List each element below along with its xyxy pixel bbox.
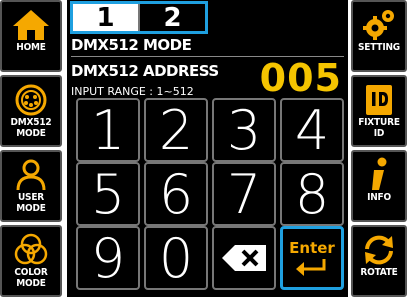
rotate-label: ROTATE	[360, 267, 398, 278]
color-mode-button[interactable]: COLOR MODE	[0, 225, 62, 297]
address-value: 005	[259, 56, 342, 100]
color-mode-label-line2: MODE	[16, 278, 46, 289]
mode-title: DMX512 MODE	[71, 36, 192, 54]
page-tab-2[interactable]: 2	[138, 3, 205, 33]
fixture-id-label-line1: FIXTURE	[358, 117, 400, 128]
home-label: HOME	[16, 42, 46, 53]
rotate-button[interactable]: ROTATE	[351, 225, 407, 297]
enter-label: Enter	[289, 239, 335, 257]
home-button[interactable]: HOME	[0, 0, 62, 72]
key-3[interactable]: 3	[212, 98, 276, 162]
enter-key[interactable]: Enter	[280, 226, 344, 290]
main-panel: 1 2 DMX512 MODE DMX512 ADDRESS 005 INPUT…	[67, 0, 348, 297]
id-card-icon	[362, 83, 396, 117]
device-screen: HOME DMX512 MODE USER MODE COLOR MODE 1 …	[0, 0, 407, 297]
setting-button[interactable]: SETTING	[351, 0, 407, 72]
key-6[interactable]: 6	[144, 162, 208, 226]
user-mode-label-line2: MODE	[16, 203, 46, 214]
key-2[interactable]: 2	[144, 98, 208, 162]
rotate-icon	[361, 233, 397, 267]
user-mode-label-line1: USER	[17, 192, 45, 203]
gears-icon	[361, 8, 397, 42]
color-circles-icon	[13, 233, 49, 267]
key-7[interactable]: 7	[212, 162, 276, 226]
key-4[interactable]: 4	[280, 98, 344, 162]
key-5[interactable]: 5	[76, 162, 140, 226]
input-range-label: INPUT RANGE : 1~512	[71, 85, 194, 98]
key-9[interactable]: 9	[76, 226, 140, 290]
user-mode-button[interactable]: USER MODE	[0, 150, 62, 222]
info-label: INFO	[367, 192, 391, 203]
xlr-connector-icon	[13, 83, 49, 117]
dmx512-mode-button[interactable]: DMX512 MODE	[0, 75, 62, 147]
page-tabs: 1 2	[70, 1, 208, 34]
key-0[interactable]: 0	[144, 226, 208, 290]
info-icon	[364, 157, 394, 192]
home-icon	[11, 8, 51, 42]
backspace-icon	[222, 245, 266, 271]
fixture-id-button[interactable]: FIXTURE ID	[351, 75, 407, 147]
dmx512-mode-label-line2: MODE	[16, 128, 46, 139]
color-mode-label-line1: COLOR	[14, 267, 48, 278]
info-button[interactable]: INFO	[351, 150, 407, 222]
dmx512-mode-label-line1: DMX512	[10, 117, 52, 128]
address-label: DMX512 ADDRESS	[71, 62, 219, 80]
page-tab-1[interactable]: 1	[73, 3, 138, 33]
backspace-key[interactable]	[212, 226, 276, 290]
enter-arrow-icon	[296, 259, 326, 276]
user-icon	[13, 158, 49, 192]
fixture-id-label-line2: ID	[373, 128, 385, 139]
key-1[interactable]: 1	[76, 98, 140, 162]
key-8[interactable]: 8	[280, 162, 344, 226]
setting-label: SETTING	[358, 42, 400, 53]
